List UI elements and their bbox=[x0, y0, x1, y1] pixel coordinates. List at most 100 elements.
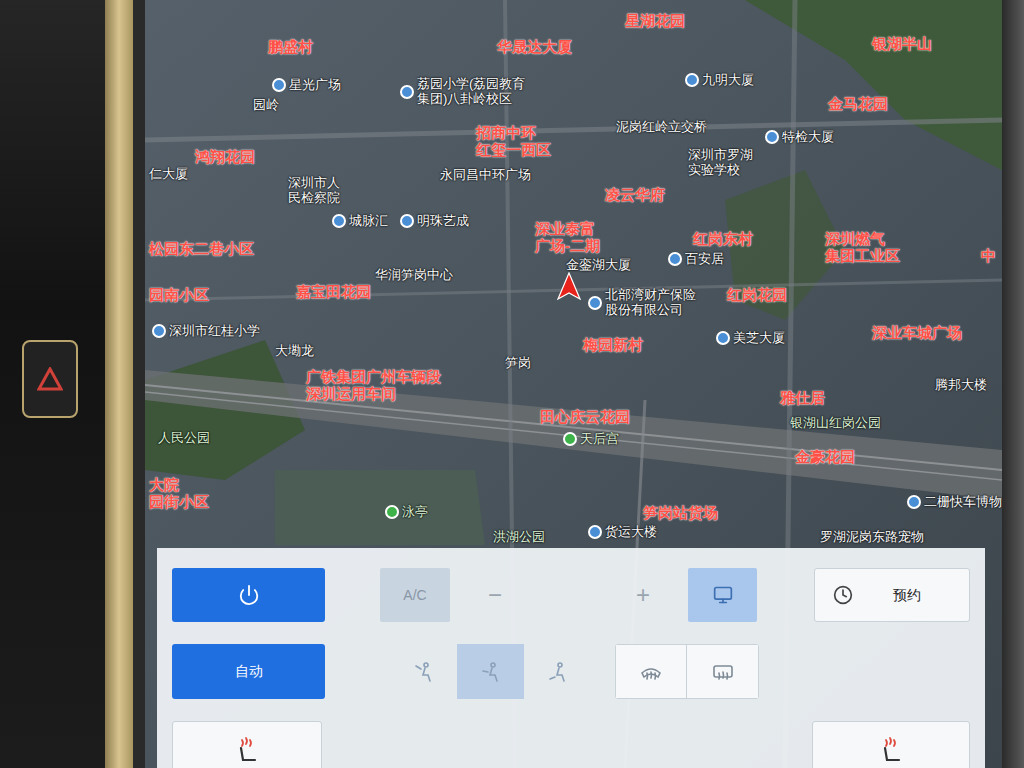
map-label-text: 园岭 bbox=[253, 98, 279, 113]
map-label-text: 中 bbox=[981, 247, 996, 264]
map-label-text: 仁大厦 bbox=[149, 167, 188, 182]
airflow-mode-button[interactable] bbox=[390, 644, 457, 699]
map-label[interactable]: 园岭 bbox=[253, 98, 279, 113]
map-label-text: 红岗花园 bbox=[727, 286, 787, 303]
fan-decrease-button[interactable]: − bbox=[484, 577, 506, 613]
map-label-text: 荔园小学(荔园教育 bbox=[417, 77, 525, 92]
map-label[interactable]: 梅园新村 bbox=[583, 336, 643, 353]
map-label[interactable]: 洪湖公园 bbox=[493, 530, 545, 545]
map-label[interactable]: 天后宫 bbox=[563, 432, 619, 447]
poi-icon bbox=[332, 214, 346, 228]
map-label[interactable]: 银湖半山 bbox=[872, 35, 932, 52]
map-label[interactable]: 城脉汇 bbox=[332, 214, 388, 229]
map-label[interactable]: 深圳市罗湖实验学校 bbox=[688, 148, 753, 178]
map-label[interactable]: 华晟达大厦 bbox=[497, 38, 572, 55]
airflow-modes bbox=[390, 644, 591, 699]
map-label[interactable]: 鹏盛村 bbox=[268, 38, 313, 55]
map-label[interactable]: 华润笋岗中心 bbox=[375, 268, 453, 283]
map-label[interactable]: 嘉宝田花园 bbox=[296, 283, 371, 300]
airflow-mode-button[interactable] bbox=[524, 644, 591, 699]
map-label-text: 永同昌中环广场 bbox=[440, 168, 531, 183]
map-label[interactable]: 中 bbox=[981, 247, 996, 264]
map-label[interactable]: 九明大厦 bbox=[685, 73, 754, 88]
map-label[interactable]: 田心庆云花园 bbox=[540, 408, 630, 425]
gold-trim bbox=[105, 0, 133, 768]
fan-control: −+ bbox=[450, 577, 688, 613]
auto-button[interactable]: 自动 bbox=[172, 644, 325, 699]
schedule-button[interactable]: 预约 bbox=[814, 568, 970, 622]
map-label-text: 深业泰富 bbox=[535, 220, 600, 237]
map-label[interactable]: 泥岗红岭立交桥 bbox=[616, 120, 707, 135]
left-seat-heater-icon bbox=[233, 734, 261, 764]
map-label[interactable]: 罗湖泥岗东路宠物 bbox=[820, 530, 924, 545]
map-label[interactable]: 深圳市红桂小学 bbox=[152, 324, 260, 339]
map-label[interactable]: 货运大楼 bbox=[588, 525, 657, 540]
map-label[interactable]: 明珠艺成 bbox=[400, 214, 469, 229]
airflow-mode-icon bbox=[547, 661, 569, 683]
map-label[interactable]: 腾邦大楼 bbox=[935, 378, 987, 393]
map-label[interactable]: 星光广场 bbox=[272, 78, 341, 93]
map-label[interactable]: 特检大厦 bbox=[765, 130, 834, 145]
right-bezel bbox=[1002, 0, 1024, 768]
map-label-text: 北部湾财产保险 bbox=[605, 288, 696, 303]
map-label[interactable]: 红岗东村 bbox=[693, 230, 753, 247]
map-label-text: 货运大楼 bbox=[605, 525, 657, 540]
map-label[interactable]: 荔园小学(荔园教育集团)八卦岭校区 bbox=[400, 77, 525, 107]
right-seat-heater-button[interactable] bbox=[812, 721, 970, 768]
current-location-arrow-icon bbox=[557, 272, 581, 300]
map-label[interactable]: 百安居 bbox=[668, 252, 724, 267]
map-label[interactable]: 深业泰富广场-二期 bbox=[535, 220, 600, 255]
map-label[interactable]: 园南小区 bbox=[149, 286, 209, 303]
map-label-text: 银湖半山 bbox=[872, 35, 932, 52]
park-icon bbox=[385, 505, 399, 519]
map-label[interactable]: 美芝大厦 bbox=[716, 331, 785, 346]
map-label[interactable]: 笋岗 bbox=[505, 356, 531, 371]
map-label-text: 集团工业区 bbox=[825, 247, 900, 264]
map-label[interactable]: 星湖花园 bbox=[625, 12, 685, 29]
map-screen: 鹏盛村 华晟达大厦 星湖花园银湖半山星光广场 荔园小学(荔园教育集团)八卦岭校区 九明大… bbox=[145, 0, 1002, 768]
fan-increase-button[interactable]: + bbox=[632, 577, 654, 613]
map-label[interactable]: 广铁集团广州车辆段深圳运用车间 bbox=[306, 368, 441, 403]
map-label[interactable]: 大院园街小区 bbox=[149, 476, 209, 511]
rear-defrost-button[interactable] bbox=[687, 645, 758, 698]
map-label[interactable]: 招商中环红玺一西区 bbox=[476, 124, 551, 159]
map-label[interactable]: 大墈龙 bbox=[275, 344, 314, 359]
map-label[interactable]: 金马花园 bbox=[828, 95, 888, 112]
left-bezel bbox=[0, 0, 145, 768]
map-label[interactable]: 凌云华府 bbox=[605, 186, 665, 203]
map-label[interactable]: 红岗花园 bbox=[727, 286, 787, 303]
power-button[interactable] bbox=[172, 568, 325, 622]
map-label-text: 田心庆云花园 bbox=[540, 408, 630, 425]
map-label[interactable]: 二栅快车博物 bbox=[907, 495, 1002, 510]
map-label-text: 深圳市红桂小学 bbox=[169, 324, 260, 339]
map-label[interactable]: 笋岗站货场 bbox=[643, 504, 718, 521]
left-seat-heater-button[interactable] bbox=[172, 721, 322, 768]
poi-icon bbox=[716, 331, 730, 345]
map-label[interactable]: 深圳市人民检察院 bbox=[288, 176, 340, 206]
ac-button[interactable]: A/C bbox=[380, 568, 450, 622]
map-label[interactable]: 松园东二巷小区 bbox=[149, 240, 254, 257]
map-label[interactable]: 鸿翔花园 bbox=[195, 148, 255, 165]
map-label[interactable]: 深业车城广场 bbox=[872, 324, 962, 341]
map-label-text: 洪湖公园 bbox=[493, 530, 545, 545]
poi-icon bbox=[400, 214, 414, 228]
map-label[interactable]: 金銮湖大厦 bbox=[566, 258, 631, 273]
map-label[interactable]: 仁大厦 bbox=[149, 167, 188, 182]
map-label-text: 腾邦大楼 bbox=[935, 378, 987, 393]
map-label[interactable]: 北部湾财产保险股份有限公司 bbox=[588, 288, 696, 318]
hazard-button[interactable] bbox=[22, 340, 78, 418]
map-label[interactable]: 人民公园 bbox=[158, 431, 210, 446]
map-label-text: 泳亭 bbox=[402, 505, 428, 520]
map-label[interactable]: 雅仕居 bbox=[780, 389, 825, 406]
map-label[interactable]: 永同昌中环广场 bbox=[440, 168, 531, 183]
airflow-mode-button[interactable] bbox=[457, 644, 524, 699]
recirculation-button[interactable] bbox=[688, 568, 757, 622]
map-label[interactable]: 金豪花园 bbox=[795, 448, 855, 465]
map-label[interactable]: 深圳燃气集团工业区 bbox=[825, 230, 900, 265]
poi-icon bbox=[152, 324, 166, 338]
map-label[interactable]: 泳亭 bbox=[385, 505, 428, 520]
map-label[interactable]: 银湖山红岗公园 bbox=[790, 416, 881, 431]
climate-row bbox=[172, 721, 985, 768]
front-defrost-button[interactable] bbox=[616, 645, 687, 698]
screen-frame bbox=[133, 0, 145, 768]
